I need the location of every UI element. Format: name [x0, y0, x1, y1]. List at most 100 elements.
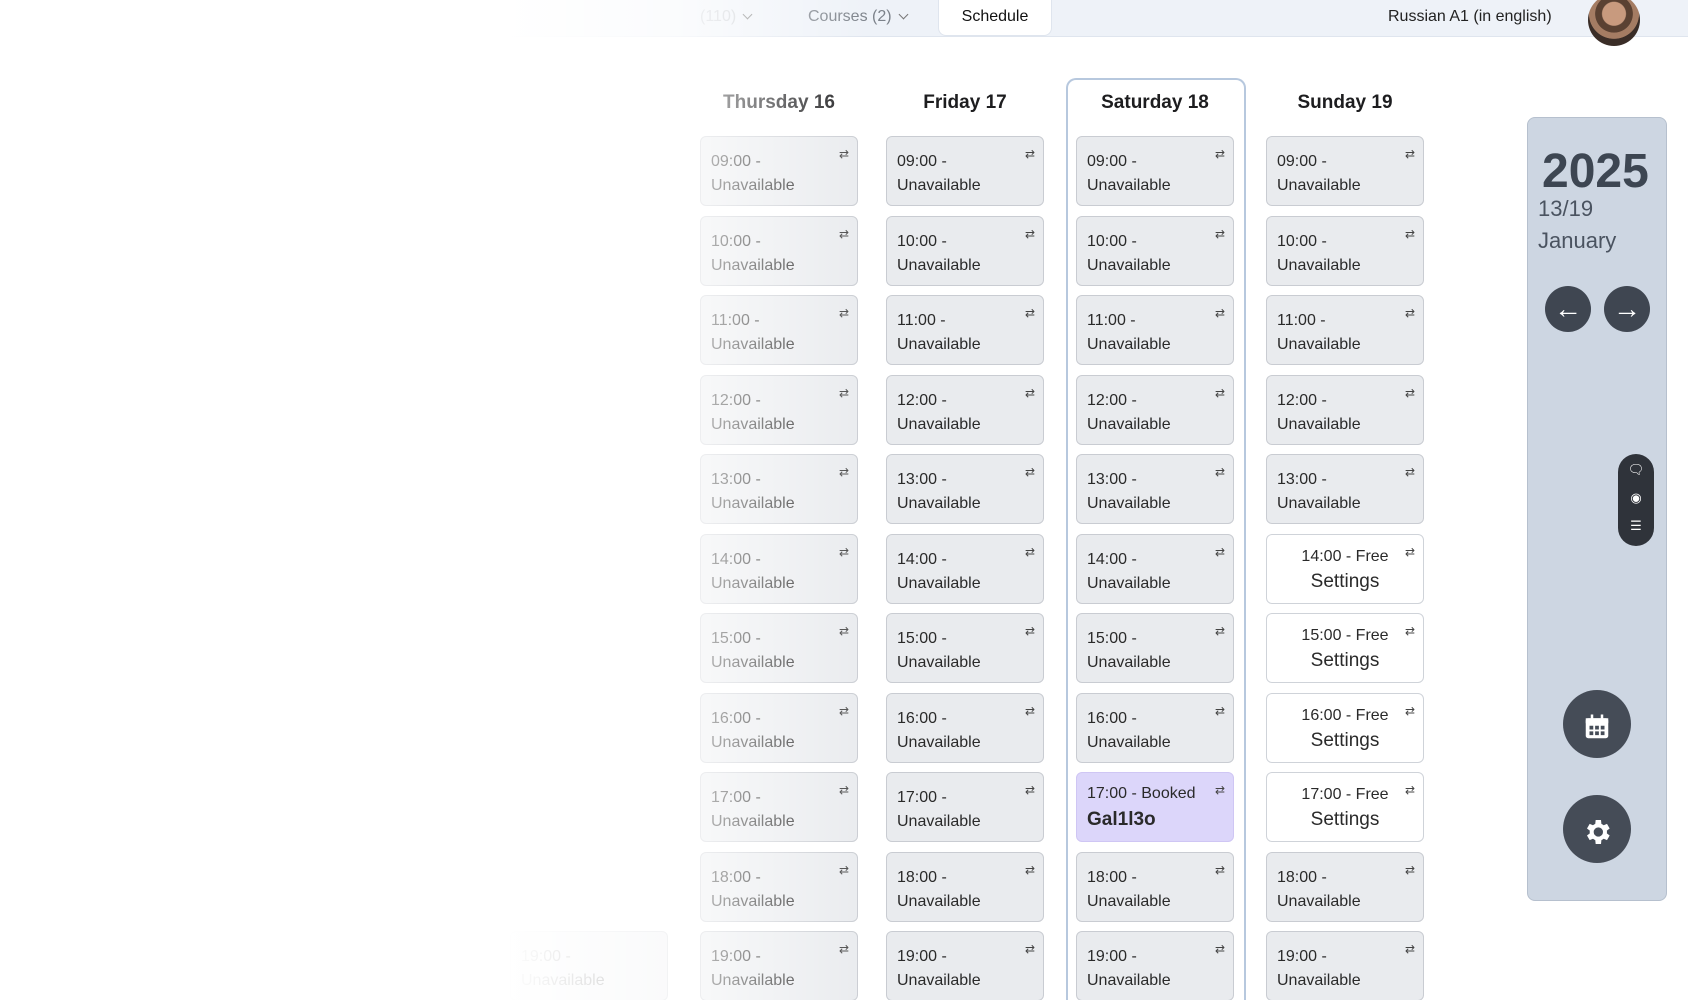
time-slot[interactable]: 18:00 - Unavailable ⇄: [1076, 851, 1234, 922]
time-slot[interactable]: 15:00 - Unavailable ⇄: [1076, 613, 1234, 683]
swap-arrows-icon[interactable]: ⇄: [839, 699, 849, 723]
swap-arrows-icon[interactable]: ⇄: [1025, 381, 1035, 405]
swap-arrows-icon[interactable]: ⇄: [839, 937, 849, 961]
calendar-button[interactable]: [1563, 690, 1631, 758]
time-slot[interactable]: 11:00 - Unavailable ⇄: [1076, 295, 1234, 365]
list-icon[interactable]: ☰: [1618, 518, 1654, 534]
time-slot[interactable]: 19:00 - Unavailable ⇄: [1076, 931, 1234, 1000]
time-slot[interactable]: 16:00 - Unavailable ⇄: [1076, 692, 1234, 763]
time-slot[interactable]: 10:00 - Unavailable ⇄: [700, 215, 858, 286]
swap-arrows-icon[interactable]: ⇄: [839, 222, 849, 246]
time-slot[interactable]: 19:00 - Unavailable ⇄: [886, 931, 1044, 1000]
nav-courses-dropdown[interactable]: Courses (2): [808, 0, 909, 36]
time-slot[interactable]: 14:00 - Unavailable ⇄: [886, 533, 1044, 604]
time-slot[interactable]: 09:00 - Unavailable ⇄: [700, 136, 858, 206]
time-slot[interactable]: 15:00 - Unavailable ⇄: [700, 613, 858, 683]
time-slot[interactable]: 12:00 - Unavailable ⇄: [700, 374, 858, 445]
time-slot[interactable]: 13:00 - Unavailable ⇄: [1076, 454, 1234, 524]
avatar[interactable]: [1588, 0, 1640, 46]
time-slot[interactable]: 09:00 - Unavailable ⇄: [1266, 136, 1424, 206]
swap-arrows-icon[interactable]: ⇄: [1405, 858, 1415, 882]
swap-arrows-icon[interactable]: ⇄: [1405, 142, 1415, 166]
swap-arrows-icon[interactable]: ⇄: [1025, 619, 1035, 643]
time-slot[interactable]: 17:00 - Booked Gal1l3o ⇄: [1076, 772, 1234, 842]
time-slot[interactable]: 13:00 - Unavailable ⇄: [700, 454, 858, 524]
time-slot[interactable]: 11:00 - Unavailable ⇄: [700, 295, 858, 365]
time-slot[interactable]: 11:00 - Unavailable ⇄: [1266, 295, 1424, 365]
swap-arrows-icon[interactable]: ⇄: [1215, 619, 1225, 643]
swap-arrows-icon[interactable]: ⇄: [1405, 301, 1415, 325]
time-slot[interactable]: 16:00 - Unavailable ⇄: [700, 692, 858, 763]
swap-arrows-icon[interactable]: ⇄: [1215, 142, 1225, 166]
swap-arrows-icon[interactable]: ⇄: [1215, 778, 1225, 802]
time-slot[interactable]: 13:00 - Unavailable ⇄: [1266, 454, 1424, 524]
time-slot[interactable]: 10:00 - Unavailable ⇄: [1076, 215, 1234, 286]
swap-arrows-icon[interactable]: ⇄: [839, 142, 849, 166]
time-slot[interactable]: 15:00 - Unavailable ⇄: [886, 613, 1044, 683]
prev-week-button[interactable]: ←: [1545, 286, 1591, 332]
swap-arrows-icon[interactable]: ⇄: [1025, 778, 1035, 802]
swap-arrows-icon[interactable]: ⇄: [1215, 381, 1225, 405]
time-slot[interactable]: 18:00 - Unavailable ⇄: [1266, 851, 1424, 922]
time-slot[interactable]: 09:00 - Unavailable ⇄: [886, 136, 1044, 206]
time-slot[interactable]: 16:00 - Free Settings ⇄: [1266, 692, 1424, 763]
time-slot[interactable]: 09:00 - Unavailable ⇄: [1076, 136, 1234, 206]
time-slot[interactable]: 12:00 - Unavailable ⇄: [886, 374, 1044, 445]
swap-arrows-icon[interactable]: ⇄: [1025, 540, 1035, 564]
next-week-button[interactable]: →: [1604, 286, 1650, 332]
swap-arrows-icon[interactable]: ⇄: [839, 381, 849, 405]
swap-arrows-icon[interactable]: ⇄: [1215, 937, 1225, 961]
nav-schedule-tab[interactable]: Schedule: [938, 0, 1052, 36]
swap-arrows-icon[interactable]: ⇄: [1215, 301, 1225, 325]
time-slot[interactable]: 12:00 - Unavailable ⇄: [1076, 374, 1234, 445]
swap-arrows-icon[interactable]: ⇄: [839, 778, 849, 802]
nav-faded-item[interactable]: (110): [700, 0, 753, 36]
time-slot[interactable]: 10:00 - Unavailable ⇄: [886, 215, 1044, 286]
time-slot[interactable]: 17:00 - Free Settings ⇄: [1266, 772, 1424, 842]
time-slot[interactable]: 13:00 - Unavailable ⇄: [886, 454, 1044, 524]
eye-icon[interactable]: ◉: [1618, 490, 1654, 506]
swap-arrows-icon[interactable]: ⇄: [1025, 699, 1035, 723]
time-slot[interactable]: 15:00 - Free Settings ⇄: [1266, 613, 1424, 683]
swap-arrows-icon[interactable]: ⇄: [1405, 381, 1415, 405]
time-slot[interactable]: 17:00 - Unavailable ⇄: [886, 772, 1044, 842]
swap-arrows-icon[interactable]: ⇄: [1025, 142, 1035, 166]
swap-arrows-icon[interactable]: ⇄: [1215, 858, 1225, 882]
time-slot[interactable]: 14:00 - Unavailable ⇄: [1076, 533, 1234, 604]
settings-button[interactable]: [1563, 795, 1631, 863]
time-slot[interactable]: 16:00 - Unavailable ⇄: [886, 692, 1044, 763]
swap-arrows-icon[interactable]: ⇄: [1405, 222, 1415, 246]
swap-arrows-icon[interactable]: ⇄: [1025, 301, 1035, 325]
swap-arrows-icon[interactable]: ⇄: [839, 858, 849, 882]
swap-arrows-icon[interactable]: ⇄: [1025, 460, 1035, 484]
chat-icon[interactable]: 🗨: [1618, 462, 1654, 478]
time-slot[interactable]: 14:00 - Free Settings ⇄: [1266, 533, 1424, 604]
time-slot[interactable]: 19:00 - Unavailable: [510, 931, 668, 1000]
time-slot[interactable]: 14:00 - Unavailable ⇄: [700, 533, 858, 604]
swap-arrows-icon[interactable]: ⇄: [839, 540, 849, 564]
swap-arrows-icon[interactable]: ⇄: [839, 460, 849, 484]
time-slot[interactable]: 11:00 - Unavailable ⇄: [886, 295, 1044, 365]
swap-arrows-icon[interactable]: ⇄: [839, 619, 849, 643]
swap-arrows-icon[interactable]: ⇄: [1215, 460, 1225, 484]
swap-arrows-icon[interactable]: ⇄: [1405, 619, 1415, 643]
time-slot[interactable]: 10:00 - Unavailable ⇄: [1266, 215, 1424, 286]
time-slot[interactable]: 17:00 - Unavailable ⇄: [700, 772, 858, 842]
swap-arrows-icon[interactable]: ⇄: [1025, 222, 1035, 246]
swap-arrows-icon[interactable]: ⇄: [839, 301, 849, 325]
swap-arrows-icon[interactable]: ⇄: [1215, 222, 1225, 246]
course-language-label[interactable]: Russian A1 (in english): [1388, 0, 1552, 36]
swap-arrows-icon[interactable]: ⇄: [1025, 937, 1035, 961]
swap-arrows-icon[interactable]: ⇄: [1405, 540, 1415, 564]
swap-arrows-icon[interactable]: ⇄: [1405, 937, 1415, 961]
swap-arrows-icon[interactable]: ⇄: [1405, 699, 1415, 723]
time-slot[interactable]: 18:00 - Unavailable ⇄: [886, 851, 1044, 922]
swap-arrows-icon[interactable]: ⇄: [1405, 778, 1415, 802]
swap-arrows-icon[interactable]: ⇄: [1215, 540, 1225, 564]
time-slot[interactable]: 19:00 - Unavailable ⇄: [700, 931, 858, 1000]
time-slot[interactable]: 18:00 - Unavailable ⇄: [700, 851, 858, 922]
time-slot[interactable]: 12:00 - Unavailable ⇄: [1266, 374, 1424, 445]
swap-arrows-icon[interactable]: ⇄: [1405, 460, 1415, 484]
swap-arrows-icon[interactable]: ⇄: [1025, 858, 1035, 882]
time-slot[interactable]: 19:00 - Unavailable ⇄: [1266, 931, 1424, 1000]
